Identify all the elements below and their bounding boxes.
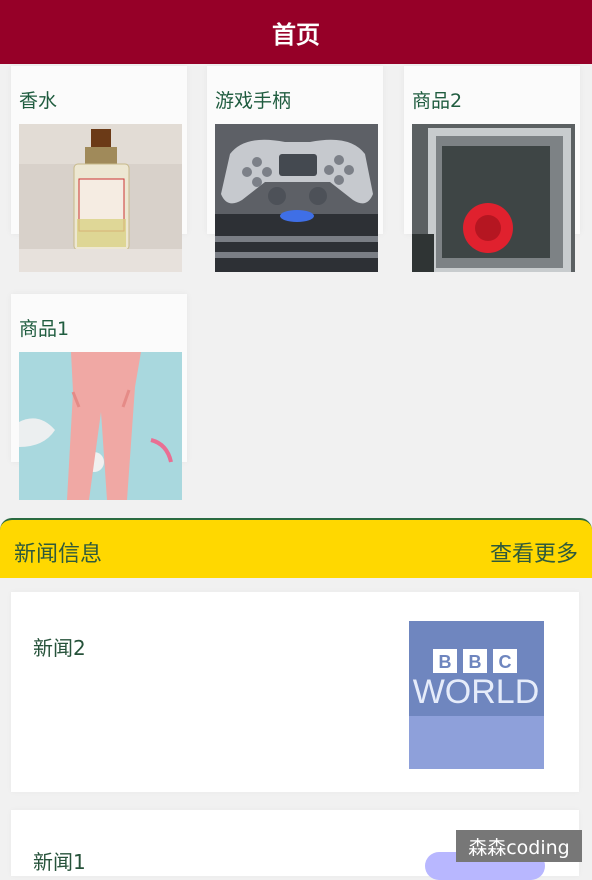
product-name: 商品1 <box>19 318 70 340</box>
svg-text:C: C <box>499 652 512 672</box>
product-name: 商品2 <box>412 90 463 112</box>
svg-text:B: B <box>439 652 452 672</box>
news-2-thumbnail: B B C WORLD <box>409 621 544 769</box>
gamepad-image <box>215 124 378 272</box>
product-name: 游戏手柄 <box>215 90 292 112</box>
top-navigation-bar: 首页 <box>0 0 592 64</box>
watermark: 森森coding <box>456 830 582 862</box>
news-title: 新闻2 <box>33 636 86 660</box>
svg-text:B: B <box>469 652 482 672</box>
product-card-2[interactable]: 商品2 <box>404 66 580 272</box>
product-name: 香水 <box>19 90 58 112</box>
news-section-title: 新闻信息 <box>14 542 103 567</box>
news-title: 新闻1 <box>33 850 86 874</box>
news-item-2[interactable]: 新闻2 B B C WORLD <box>11 592 579 792</box>
view-more-link[interactable]: 查看更多 <box>490 536 578 568</box>
perfume-image <box>19 124 182 272</box>
product-card-perfume[interactable]: 香水 <box>11 66 187 272</box>
news-section-header: 新闻信息 查看更多 <box>0 518 592 578</box>
pants-image <box>19 352 182 500</box>
page-title: 首页 <box>272 20 320 49</box>
svg-text:WORLD: WORLD <box>413 673 540 711</box>
product-card-1[interactable]: 商品1 <box>11 294 187 500</box>
product-card-gamepad[interactable]: 游戏手柄 <box>207 66 383 272</box>
product-2-image <box>412 124 575 272</box>
